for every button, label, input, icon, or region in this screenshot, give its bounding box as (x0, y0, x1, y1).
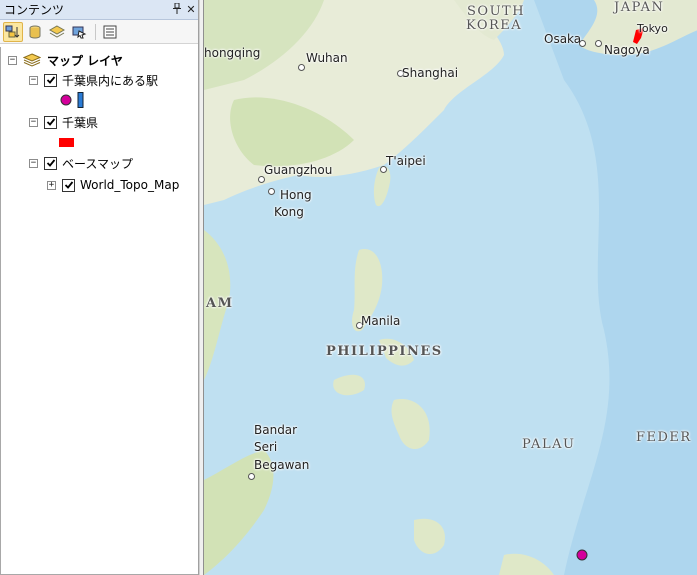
map-label-guangzhou: Guangzhou (264, 163, 333, 177)
options-icon (103, 25, 117, 38)
prefecture-layer-label[interactable]: 千葉県 (62, 114, 98, 131)
map-label-hong-kong-1: Hong (280, 188, 312, 202)
city-nagoya-icon (595, 40, 602, 47)
list-by-visibility-icon (49, 24, 65, 38)
layer-visibility-checkbox[interactable] (62, 178, 75, 192)
map-label-chongqing: hongqing (204, 46, 261, 60)
map-label-japan: JAPAN (614, 0, 665, 15)
map-label-vietnam: AM (206, 296, 234, 311)
tree-row-basemap-group: − ベースマップ (29, 154, 133, 172)
map-layers-label[interactable]: マップ レイヤ (47, 52, 123, 69)
tree-row-map-layers: − マップ レイヤ (8, 51, 123, 69)
list-by-source-button[interactable] (25, 22, 45, 42)
city-guangzhou-icon (258, 176, 265, 183)
stations-legend (59, 91, 85, 109)
table-of-contents-panel: コンテンツ ✕ − マップ レイヤ − 千葉県内にある駅 − 千葉県 − ベース… (0, 0, 199, 575)
layers-icon (23, 53, 41, 67)
city-wuhan-icon (298, 64, 305, 71)
expand-icon[interactable]: + (47, 180, 56, 190)
list-by-visibility-button[interactable] (47, 22, 67, 42)
layer-visibility-checkbox[interactable] (44, 115, 57, 129)
list-by-selection-icon (72, 26, 87, 38)
map-label-micronesia: FEDER (636, 430, 692, 445)
map-label-bandar-1: Bandar (254, 423, 298, 437)
map-label-south-korea-1: SOUTH (467, 4, 526, 19)
map-label-palau: PALAU (522, 437, 576, 452)
tree-row-topo-layer: + World_Topo_Map (47, 176, 179, 194)
tree-row-prefecture-layer: − 千葉県 (29, 113, 98, 131)
pin-icon[interactable] (170, 2, 184, 17)
checkmark-icon (64, 181, 73, 189)
map-label-manila: Manila (361, 314, 401, 328)
map-label-shanghai: Shanghai (402, 66, 459, 80)
city-hongkong-icon (268, 188, 275, 195)
collapse-icon[interactable]: − (29, 117, 38, 127)
layer-visibility-checkbox[interactable] (44, 73, 57, 87)
map-label-hong-kong-2: Kong (274, 205, 304, 219)
station-point-symbol-icon (60, 94, 72, 106)
checkmark-icon (46, 159, 55, 167)
station-line-symbol-icon (77, 92, 84, 108)
collapse-icon[interactable]: − (8, 55, 17, 65)
checkmark-icon (46, 76, 55, 84)
map-label-bandar-2: Seri (254, 440, 278, 454)
stations-layer-label[interactable]: 千葉県内にある駅 (62, 72, 158, 89)
map-label-bandar-3: Begawan (254, 458, 310, 472)
checkmark-icon (46, 118, 55, 126)
map-label-tokyo: Tokyo (637, 22, 668, 35)
close-icon[interactable]: ✕ (184, 3, 198, 16)
collapse-icon[interactable]: − (29, 158, 38, 168)
toc-title-bar: コンテンツ ✕ (0, 0, 198, 20)
city-osaka-icon (579, 40, 586, 47)
map-label-nagoya: Nagoya (604, 43, 650, 57)
basemap-group-label[interactable]: ベースマップ (62, 155, 133, 172)
map-view[interactable]: SOUTH KOREA JAPAN Tokyo Osaka Nagoya hon… (203, 0, 697, 575)
map-label-wuhan: Wuhan (306, 51, 348, 65)
list-by-selection-button[interactable] (69, 22, 89, 42)
list-by-drawing-order-button[interactable] (3, 21, 23, 42)
city-taipei-icon (380, 166, 387, 173)
city-bandar-icon (248, 473, 255, 480)
prefecture-legend (59, 134, 75, 152)
map-label-osaka: Osaka (544, 32, 582, 46)
toc-toolbar (0, 20, 198, 44)
toolbar-separator (95, 23, 96, 40)
layer-tree: − マップ レイヤ − 千葉県内にある駅 − 千葉県 − ベースマップ + Wo… (0, 47, 198, 575)
layer-visibility-checkbox[interactable] (44, 156, 57, 170)
list-by-source-icon (29, 25, 41, 38)
basemap-graphic (204, 0, 697, 575)
prefecture-polygon-symbol-icon (59, 138, 74, 147)
tree-row-stations-layer: − 千葉県内にある駅 (29, 71, 158, 89)
map-label-philippines: PHILIPPINES (326, 344, 443, 359)
toc-title: コンテンツ (4, 3, 65, 17)
options-button[interactable] (100, 22, 120, 42)
map-label-south-korea-2: KOREA (466, 18, 523, 33)
collapse-icon[interactable]: − (29, 75, 38, 85)
list-by-drawing-order-icon (5, 25, 20, 38)
topo-layer-label[interactable]: World_Topo_Map (80, 178, 179, 192)
map-label-taipei: T'aipei (386, 154, 426, 168)
